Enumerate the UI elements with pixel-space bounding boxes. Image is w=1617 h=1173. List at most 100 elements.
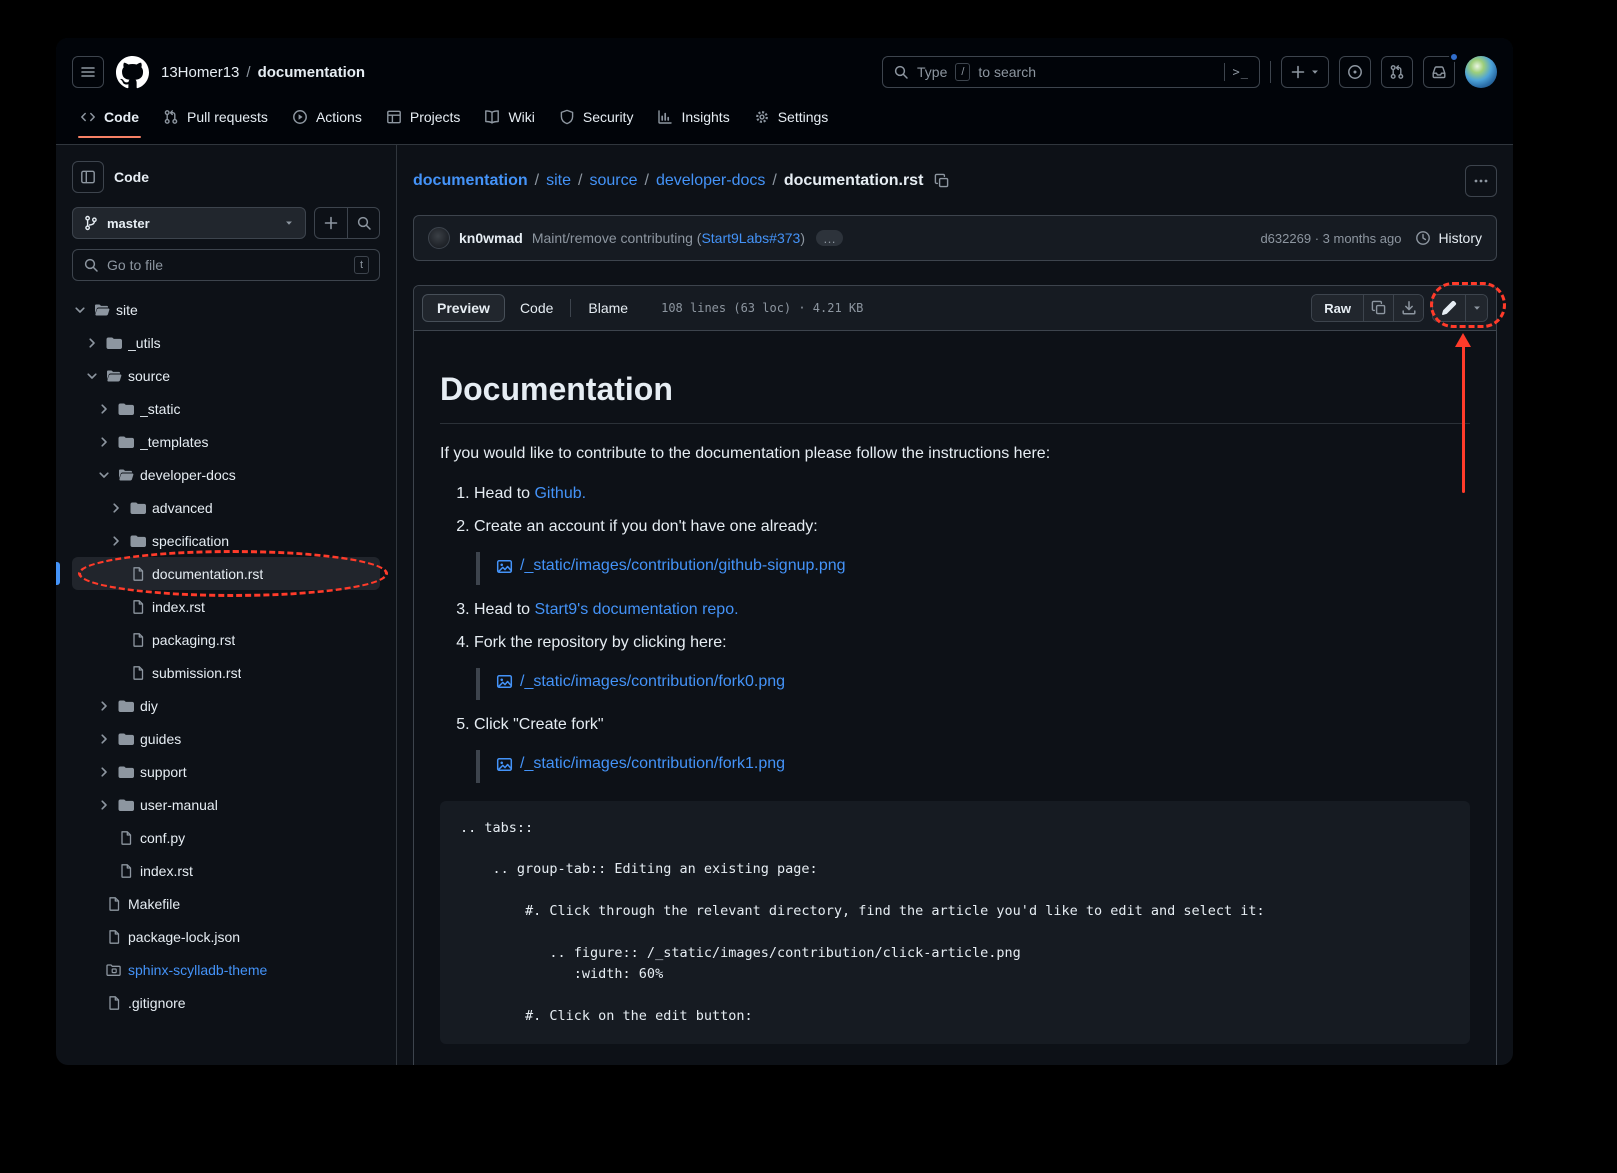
tree-item-static[interactable]: _static [72,392,380,425]
path-source-link[interactable]: source [589,172,637,190]
branch-selector[interactable]: master [72,207,306,239]
edit-dropdown-button[interactable] [1465,295,1487,321]
tree-item-site[interactable]: site [72,293,380,326]
pull-request-icon [1389,64,1405,80]
tree-item-submission-rst[interactable]: submission.rst [72,656,380,689]
tab-security[interactable]: Security [551,101,642,137]
tab-insights[interactable]: Insights [649,101,737,137]
tree-item-specification[interactable]: specification [72,524,380,557]
raw-actions-group: Raw [1311,294,1424,322]
tree-item-conf-py[interactable]: conf.py [72,821,380,854]
path-repo-link[interactable]: documentation [413,172,528,190]
search-icon [893,64,909,80]
image-link-fork1[interactable]: /_static/images/contribution/fork1.png [496,752,785,776]
copy-file-button[interactable] [1363,295,1393,321]
download-button[interactable] [1393,295,1423,321]
tab-actions[interactable]: Actions [284,101,370,137]
github-logo[interactable] [116,56,149,89]
collapse-sidebar-button[interactable] [72,161,104,193]
indent-spacer [84,896,100,912]
path-site-link[interactable]: site [546,172,571,190]
commit-author[interactable]: kn0wmad [459,230,523,246]
go-to-file-field[interactable]: t [72,249,380,281]
tree-item-user-manual[interactable]: user-manual [72,788,380,821]
folder-icon [118,764,134,780]
tab-projects[interactable]: Projects [378,101,469,137]
hamburger-icon [80,64,96,80]
search-icon [83,257,99,273]
search-tree-button[interactable] [347,208,379,238]
path-developer-docs-link[interactable]: developer-docs [656,172,765,190]
raw-button[interactable]: Raw [1312,295,1363,321]
download-icon [1401,300,1417,316]
list-item-4: Fork the repository by clicking here: /_… [474,631,1470,701]
blockquote-image-1: /_static/images/contribution/github-sign… [476,552,1470,585]
tree-item-package-lock-json[interactable]: package-lock.json [72,920,380,953]
latest-commit-bar: kn0wmad Maint/remove contributing (Start… [413,215,1497,261]
global-search-input[interactable]: Type / to search >_ [882,56,1260,88]
blockquote-image-3: /_static/images/contribution/fork1.png [476,750,1470,783]
copy-icon [934,173,950,189]
tab-pull-requests[interactable]: Pull requests [155,101,276,137]
view-switcher: Preview Code Blame [422,294,643,322]
hamburger-menu-button[interactable] [72,56,104,88]
broken-image-icon [496,558,513,575]
list-item-2: Create an account if you don't have one … [474,515,1470,585]
github-mark-icon [116,56,149,89]
add-file-button[interactable] [315,208,347,238]
tree-item-templates[interactable]: _templates [72,425,380,458]
chevron-down-icon [96,467,112,483]
tree-item-advanced[interactable]: advanced [72,491,380,524]
tab-code-view[interactable]: Code [505,294,568,322]
github-link[interactable]: Github. [534,485,586,502]
pull-requests-button[interactable] [1381,56,1413,88]
pencil-icon [1441,300,1457,316]
tree-item-sphinx-scylladb-theme[interactable]: sphinx-scylladb-theme [72,953,380,986]
tree-item-source[interactable]: source [72,359,380,392]
tree-item-guides[interactable]: guides [72,722,380,755]
tab-code[interactable]: Code [72,101,147,137]
edit-file-button[interactable] [1433,295,1465,321]
issues-button[interactable] [1339,56,1371,88]
tab-settings[interactable]: Settings [746,101,837,137]
image-link-github-signup[interactable]: /_static/images/contribution/github-sign… [496,554,846,578]
side-panel-icon [80,169,96,185]
path-current-file: documentation.rst [784,172,924,190]
history-button[interactable]: History [1415,230,1482,246]
tab-wiki[interactable]: Wiki [476,101,542,137]
tree-item-support[interactable]: support [72,755,380,788]
file-icon [118,830,134,846]
breadcrumb-repo[interactable]: documentation [258,64,366,81]
command-palette-icon[interactable]: >_ [1233,65,1249,79]
tree-item-index-rst-source[interactable]: index.rst [72,854,380,887]
tree-item-developer-docs[interactable]: developer-docs [72,458,380,491]
commit-pr-link[interactable]: Start9Labs#373 [701,230,800,246]
tree-item-makefile[interactable]: Makefile [72,887,380,920]
tree-item-packaging-rst[interactable]: packaging.rst [72,623,380,656]
more-options-button[interactable] [1465,165,1497,197]
breadcrumb-owner[interactable]: 13Homer13 [161,64,239,81]
commit-author-avatar[interactable] [428,227,450,249]
tree-item-gitignore[interactable]: .gitignore [72,986,380,1019]
tab-preview[interactable]: Preview [422,294,505,322]
table-icon [386,109,402,125]
tree-item-utils[interactable]: _utils [72,326,380,359]
start9-docs-repo-link[interactable]: Start9's documentation repo. [534,601,738,618]
tree-item-index-rst[interactable]: index.rst [72,590,380,623]
tree-item-diy[interactable]: diy [72,689,380,722]
copy-path-button[interactable] [934,173,950,189]
go-to-file-input[interactable] [107,257,346,273]
tab-blame[interactable]: Blame [573,294,643,322]
list-item-1: Head to Github. [474,482,1470,506]
user-avatar[interactable] [1465,56,1497,88]
t-key-hint: t [354,256,369,274]
copy-icon [1371,300,1387,316]
list-item-3: Head to Start9's documentation repo. [474,598,1470,622]
expand-commit-message-button[interactable]: … [816,230,843,246]
tree-item-documentation-rst[interactable]: documentation.rst [72,557,380,590]
image-link-fork0[interactable]: /_static/images/contribution/fork0.png [496,670,785,694]
create-new-button[interactable] [1281,56,1329,88]
search-placeholder-pre: Type [917,64,947,80]
instruction-list: Head to Github. Create an account if you… [440,482,1470,783]
blockquote-image-2: /_static/images/contribution/fork0.png [476,668,1470,701]
